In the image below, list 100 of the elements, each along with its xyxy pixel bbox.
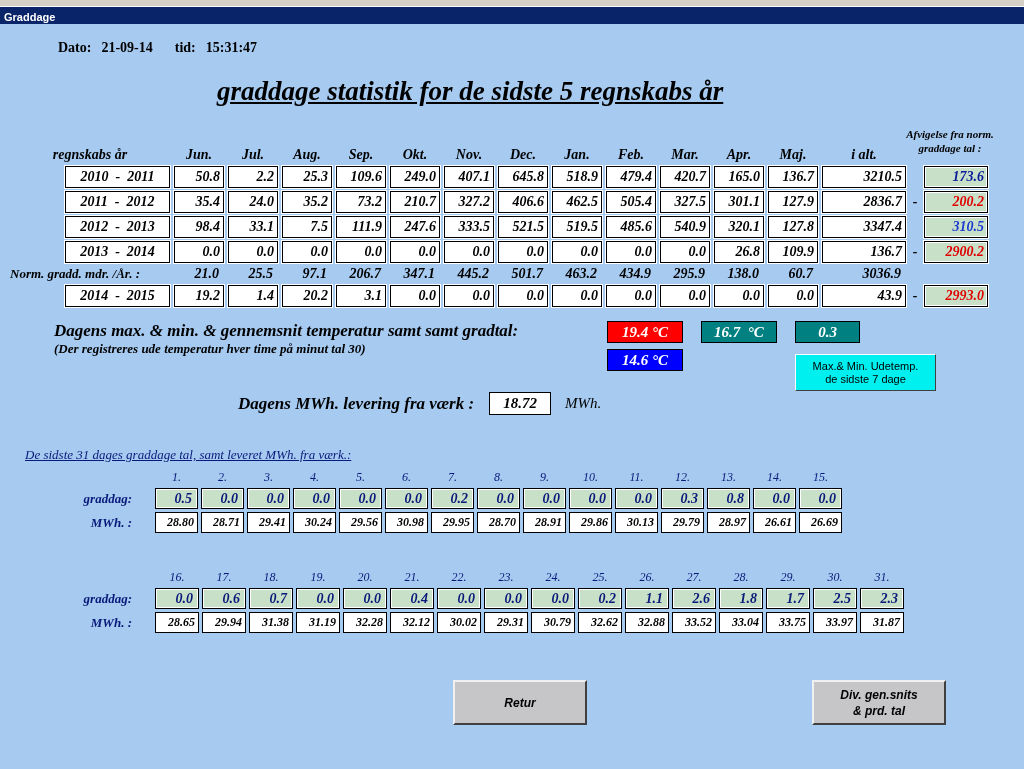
mwh-cell: 30.24 — [293, 512, 336, 533]
table-cell: 0.0 — [552, 285, 602, 307]
column-header: Jul. — [240, 147, 266, 163]
graddag-cell: 0.2 — [431, 488, 474, 509]
day-number: 25. — [591, 570, 609, 585]
table-cell: 0.0 — [444, 241, 494, 263]
table-cell: 19.2 — [174, 285, 224, 307]
temperature-reading: 19.4 °C — [607, 321, 683, 343]
return-button[interactable]: Retur — [453, 680, 587, 725]
graddag-cell: 0.0 — [293, 488, 336, 509]
table-cell: 327.2 — [444, 191, 494, 213]
table-cell: 0.0 — [714, 285, 764, 307]
table-cell: 0.0 — [498, 241, 548, 263]
day-number: 24. — [544, 570, 562, 585]
norm-value: 206.7 — [348, 266, 383, 282]
mwh-cell: 29.79 — [661, 512, 704, 533]
table-cell: 127.9 — [768, 191, 818, 213]
norm-value: 445.2 — [456, 266, 490, 282]
column-header: Aug. — [291, 147, 322, 163]
table-cell: 519.5 — [552, 216, 602, 238]
time-value: 15:31:47 — [205, 39, 258, 57]
graddag-cell: 0.0 — [569, 488, 612, 509]
graddag-cell: 0.0 — [477, 488, 520, 509]
udetemp-button[interactable]: Max.& Min. Udetemp. de sidste 7 dage — [795, 354, 936, 391]
day-number: 7. — [447, 470, 458, 485]
mwh-cell: 29.31 — [484, 612, 528, 633]
table-cell: 111.9 — [336, 216, 386, 238]
mwh-cell: 33.75 — [766, 612, 810, 633]
year-cell: 2013 - 2014 — [65, 241, 170, 263]
table-cell: 7.5 — [282, 216, 332, 238]
table-cell: 1.4 — [228, 285, 278, 307]
table-cell: 0.0 — [552, 241, 602, 263]
graddag-cell: 0.0 — [201, 488, 244, 509]
day-number: 15. — [812, 470, 829, 485]
graddag-cell: 0.4 — [390, 588, 434, 609]
graddag-cell: 0.0 — [247, 488, 290, 509]
total-cell: 43.9 — [822, 285, 906, 307]
graddag-cell: 0.0 — [799, 488, 842, 509]
day-number: 6. — [401, 470, 412, 485]
graddag-cell: 0.0 — [385, 488, 428, 509]
day-number: 1. — [171, 470, 182, 485]
deviation-cell: 200.2 — [924, 191, 988, 213]
graddag-cell: 1.8 — [719, 588, 763, 609]
table-cell: 521.5 — [498, 216, 548, 238]
table-cell: 35.2 — [282, 191, 332, 213]
table-cell: 33.1 — [228, 216, 278, 238]
minus-sign: - — [911, 288, 919, 304]
table-cell: 0.0 — [336, 241, 386, 263]
date-label: Dato: — [58, 39, 92, 57]
mwh-cell: 30.98 — [385, 512, 428, 533]
averages-button[interactable]: Div. gen.snits & prd. tal — [812, 680, 946, 725]
graddag-cell: 2.5 — [813, 588, 857, 609]
table-cell: 505.4 — [606, 191, 656, 213]
table-cell: 540.9 — [660, 216, 710, 238]
table-cell: 0.0 — [660, 285, 710, 307]
total-cell: 136.7 — [822, 241, 906, 263]
table-cell: 0.0 — [606, 241, 656, 263]
day-number: 26. — [638, 570, 656, 585]
graddag-cell: 0.0 — [339, 488, 382, 509]
mwh-cell: 32.28 — [343, 612, 387, 633]
table-cell: 0.0 — [390, 285, 440, 307]
year-cell: 2012 - 2013 — [65, 216, 170, 238]
graddag-cell: 0.0 — [296, 588, 340, 609]
mwh-cell: 28.70 — [477, 512, 520, 533]
graddag-cell: 2.6 — [672, 588, 716, 609]
mwh-cell: 28.80 — [155, 512, 198, 533]
day-number: 10. — [582, 470, 599, 485]
table-cell: 518.9 — [552, 166, 602, 188]
day-number: 23. — [497, 570, 515, 585]
row-label: MWh. : — [89, 514, 133, 531]
graddag-cell: 0.0 — [484, 588, 528, 609]
table-cell: 136.7 — [768, 166, 818, 188]
deviation-cell: 2900.2 — [924, 241, 988, 263]
norm-value: 21.0 — [193, 266, 220, 282]
graddag-cell: 0.6 — [202, 588, 246, 609]
mwh-cell: 31.19 — [296, 612, 340, 633]
day-number: 27. — [685, 570, 703, 585]
day-number: 20. — [356, 570, 374, 585]
mwh-cell: 29.94 — [202, 612, 246, 633]
unit-label: MWh. — [565, 395, 602, 412]
date-value: 21-09-14 — [101, 39, 153, 57]
section-heading: De sidste 31 dages graddage tal, samt leveret MWh. fra værk.: — [25, 447, 352, 463]
graddag-cell: 0.8 — [707, 488, 750, 509]
deviation-cell: 310.5 — [924, 216, 988, 238]
graddag-cell: 2.3 — [860, 588, 904, 609]
column-header: Feb. — [616, 147, 646, 163]
day-number: 19. — [309, 570, 327, 585]
mwh-cell: 26.61 — [753, 512, 796, 533]
day-number: 16. — [168, 570, 186, 585]
column-header: Maj. — [778, 147, 808, 163]
table-cell: 0.0 — [390, 241, 440, 263]
day-number: 3. — [263, 470, 274, 485]
table-cell: 25.3 — [282, 166, 332, 188]
total-cell: 3347.4 — [822, 216, 906, 238]
mwh-cell: 28.65 — [155, 612, 199, 633]
graddag-cell: 1.1 — [625, 588, 669, 609]
mwh-cell: 33.97 — [813, 612, 857, 633]
minus-sign: - — [911, 194, 919, 210]
graddag-cell: 0.5 — [155, 488, 198, 509]
temperature-reading: 0.3 — [795, 321, 860, 343]
